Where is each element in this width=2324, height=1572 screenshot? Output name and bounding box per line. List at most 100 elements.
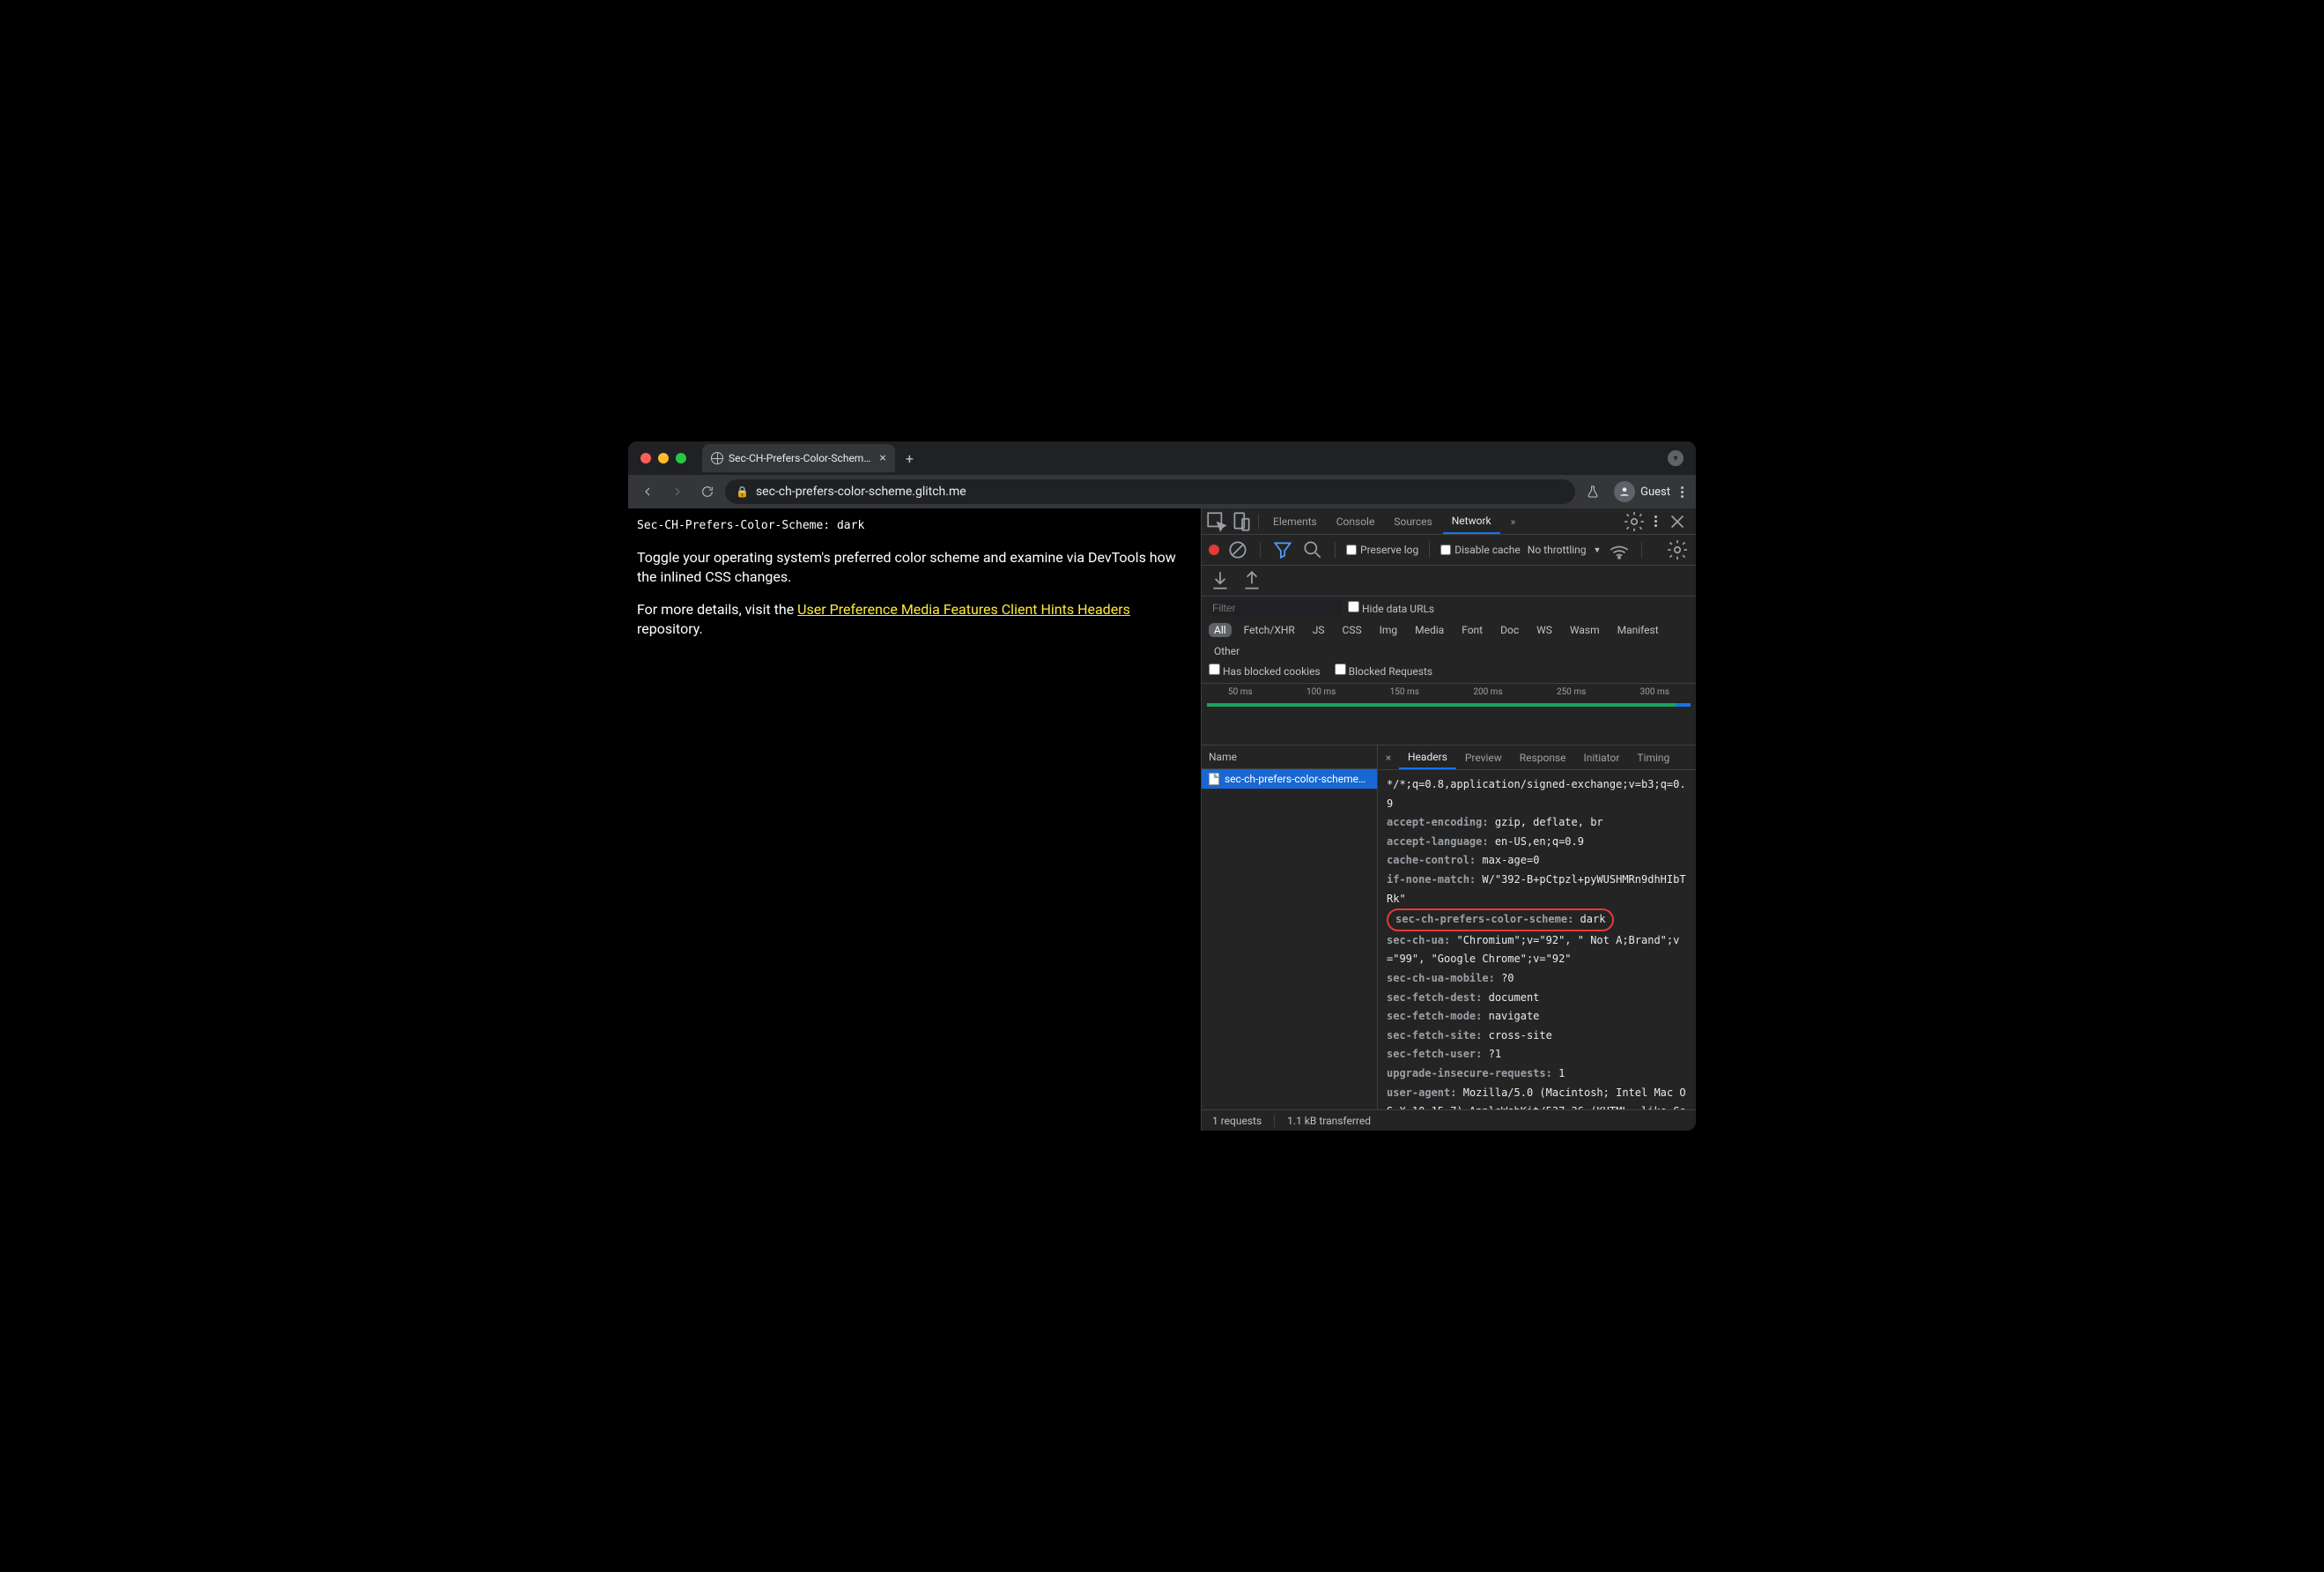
resource-type-img[interactable]: Img <box>1374 623 1403 637</box>
request-row[interactable]: sec-ch-prefers-color-scheme… <box>1202 769 1377 789</box>
close-window-button[interactable] <box>640 453 651 463</box>
request-detail: × Headers Preview Response Initiator Tim… <box>1378 745 1696 1109</box>
rendered-page: Sec-CH-Prefers-Color-Scheme: dark Toggle… <box>628 508 1201 1131</box>
close-detail-button[interactable]: × <box>1378 752 1399 764</box>
devtools-tabbar: Elements Console Sources Network » <box>1202 508 1696 535</box>
header-line: sec-fetch-site: cross-site <box>1387 1027 1687 1046</box>
resource-type-js[interactable]: JS <box>1307 623 1330 637</box>
tab-elements[interactable]: Elements <box>1264 508 1326 534</box>
network-settings-icon[interactable] <box>1666 538 1689 561</box>
status-transferred: 1.1 kB transferred <box>1287 1115 1371 1127</box>
clear-button[interactable] <box>1226 538 1249 561</box>
timeline-tick: 100 ms <box>1306 687 1336 697</box>
blocked-requests-checkbox[interactable]: Blocked Requests <box>1335 664 1432 678</box>
filter-row-2: Has blocked cookies Blocked Requests <box>1202 662 1696 684</box>
devtools-menu-button[interactable] <box>1649 515 1662 527</box>
disable-cache-checkbox[interactable]: Disable cache <box>1440 544 1521 556</box>
resource-type-wasm[interactable]: Wasm <box>1565 623 1605 637</box>
network-toolbar: Preserve log Disable cache No throttling… <box>1202 535 1696 566</box>
header-line: */*;q=0.8,application/signed-exchange;v=… <box>1387 775 1687 813</box>
resource-type-other[interactable]: Other <box>1209 644 1245 658</box>
header-line: user-agent: Mozilla/5.0 (Macintosh; Inte… <box>1387 1084 1687 1110</box>
hide-data-urls-checkbox[interactable]: Hide data URLs <box>1348 601 1434 615</box>
status-bar: 1 requests 1.1 kB transferred <box>1202 1109 1696 1131</box>
minimize-window-button[interactable] <box>658 453 669 463</box>
detail-tab-initiator[interactable]: Initiator <box>1575 745 1629 769</box>
header-line: upgrade-insecure-requests: 1 <box>1387 1064 1687 1084</box>
resource-type-ws[interactable]: WS <box>1531 623 1558 637</box>
tab-console[interactable]: Console <box>1328 508 1384 534</box>
profile-chip[interactable]: Guest <box>1614 481 1670 502</box>
preserve-log-checkbox[interactable]: Preserve log <box>1346 544 1418 556</box>
browser-window: Sec-CH-Prefers-Color-Schem… × + ▾ 🔒 sec-… <box>628 441 1696 1131</box>
forward-button[interactable] <box>665 479 690 504</box>
filter-toggle-icon[interactable] <box>1271 538 1294 561</box>
maximize-window-button[interactable] <box>676 453 686 463</box>
detail-tab-timing[interactable]: Timing <box>1628 745 1678 769</box>
import-har-icon[interactable] <box>1240 569 1263 592</box>
resource-type-doc[interactable]: Doc <box>1495 623 1524 637</box>
resource-type-filters: All Fetch/XHR JS CSS Img Media Font Doc WS Wasm Ma… <box>1202 619 1696 662</box>
header-line: accept-language: en-US,en;q=0.9 <box>1387 833 1687 852</box>
content-area: Sec-CH-Prefers-Color-Scheme: dark Toggle… <box>628 508 1696 1131</box>
resource-type-manifest[interactable]: Manifest <box>1612 623 1664 637</box>
close-tab-button[interactable]: × <box>879 451 885 465</box>
tab-sources[interactable]: Sources <box>1385 508 1440 534</box>
throttling-select[interactable]: No throttling <box>1528 544 1587 556</box>
guest-label: Guest <box>1640 486 1670 499</box>
resource-type-media[interactable]: Media <box>1410 623 1449 637</box>
tab-title: Sec-CH-Prefers-Color-Schem… <box>729 452 870 464</box>
resource-type-fetchxhr[interactable]: Fetch/XHR <box>1239 623 1300 637</box>
detail-tab-headers[interactable]: Headers <box>1399 745 1456 769</box>
timeline-tick: 300 ms <box>1640 687 1669 697</box>
header-line: sec-ch-prefers-color-scheme: dark <box>1387 908 1687 931</box>
browser-menu-button[interactable] <box>1676 486 1689 498</box>
header-line: cache-control: max-age=0 <box>1387 851 1687 871</box>
device-toggle-icon[interactable] <box>1230 510 1253 533</box>
back-button[interactable] <box>635 479 660 504</box>
close-devtools-button[interactable] <box>1666 510 1689 533</box>
header-line: accept-encoding: gzip, deflate, br <box>1387 813 1687 833</box>
header-line: sec-ch-ua: "Chromium";v="92", " Not A;Br… <box>1387 931 1687 969</box>
toolbar: 🔒 sec-ch-prefers-color-scheme.glitch.me … <box>628 475 1696 508</box>
blocked-cookies-checkbox[interactable]: Has blocked cookies <box>1209 664 1321 678</box>
status-requests: 1 requests <box>1212 1115 1262 1127</box>
header-line: if-none-match: W/"392-B+pCtpzl+pyWUSHMRn… <box>1387 871 1687 908</box>
network-split: Name sec-ch-prefers-color-scheme… × Head… <box>1202 745 1696 1109</box>
headers-body[interactable]: */*;q=0.8,application/signed-exchange;v=… <box>1378 770 1696 1109</box>
header-line: sec-fetch-mode: navigate <box>1387 1007 1687 1027</box>
address-bar[interactable]: 🔒 sec-ch-prefers-color-scheme.glitch.me <box>725 479 1575 504</box>
client-hints-link[interactable]: User Preference Media Features Client Hi… <box>797 601 1130 618</box>
timeline-bar <box>1207 703 1691 707</box>
tab-network[interactable]: Network <box>1443 508 1500 534</box>
record-button[interactable] <box>1209 545 1219 555</box>
filter-row: Hide data URLs <box>1202 597 1696 619</box>
page-header-mono: Sec-CH-Prefers-Color-Scheme: dark <box>637 519 1192 532</box>
header-line: sec-fetch-user: ?1 <box>1387 1045 1687 1064</box>
reload-button[interactable] <box>695 479 720 504</box>
timeline-tick: 250 ms <box>1557 687 1586 697</box>
browser-tab[interactable]: Sec-CH-Prefers-Color-Schem… × <box>702 444 895 472</box>
tab-strip: Sec-CH-Prefers-Color-Schem… × + ▾ <box>628 441 1696 475</box>
tab-overflow[interactable]: » <box>1502 508 1525 534</box>
filter-input[interactable] <box>1209 600 1341 616</box>
settings-gear-icon[interactable] <box>1623 510 1646 533</box>
page-paragraph-2: For more details, visit the User Prefere… <box>637 600 1192 640</box>
detail-tab-preview[interactable]: Preview <box>1456 745 1511 769</box>
labs-icon[interactable] <box>1580 479 1605 504</box>
export-har-icon[interactable] <box>1209 569 1232 592</box>
inspect-element-icon[interactable] <box>1205 510 1228 533</box>
request-name: sec-ch-prefers-color-scheme… <box>1225 773 1366 785</box>
search-icon[interactable] <box>1301 538 1324 561</box>
header-line: sec-ch-ua-mobile: ?0 <box>1387 969 1687 989</box>
network-timeline[interactable]: 50 ms100 ms150 ms200 ms250 ms300 ms <box>1202 684 1696 745</box>
network-conditions-icon[interactable] <box>1608 538 1631 561</box>
timeline-tick: 200 ms <box>1473 687 1502 697</box>
detail-tab-response[interactable]: Response <box>1511 745 1575 769</box>
resource-type-css[interactable]: CSS <box>1337 623 1367 637</box>
name-column-header[interactable]: Name <box>1202 745 1377 769</box>
tab-overflow-button[interactable]: ▾ <box>1668 450 1684 466</box>
resource-type-all[interactable]: All <box>1209 623 1232 637</box>
resource-type-font[interactable]: Font <box>1456 623 1488 637</box>
new-tab-button[interactable]: + <box>906 450 914 467</box>
